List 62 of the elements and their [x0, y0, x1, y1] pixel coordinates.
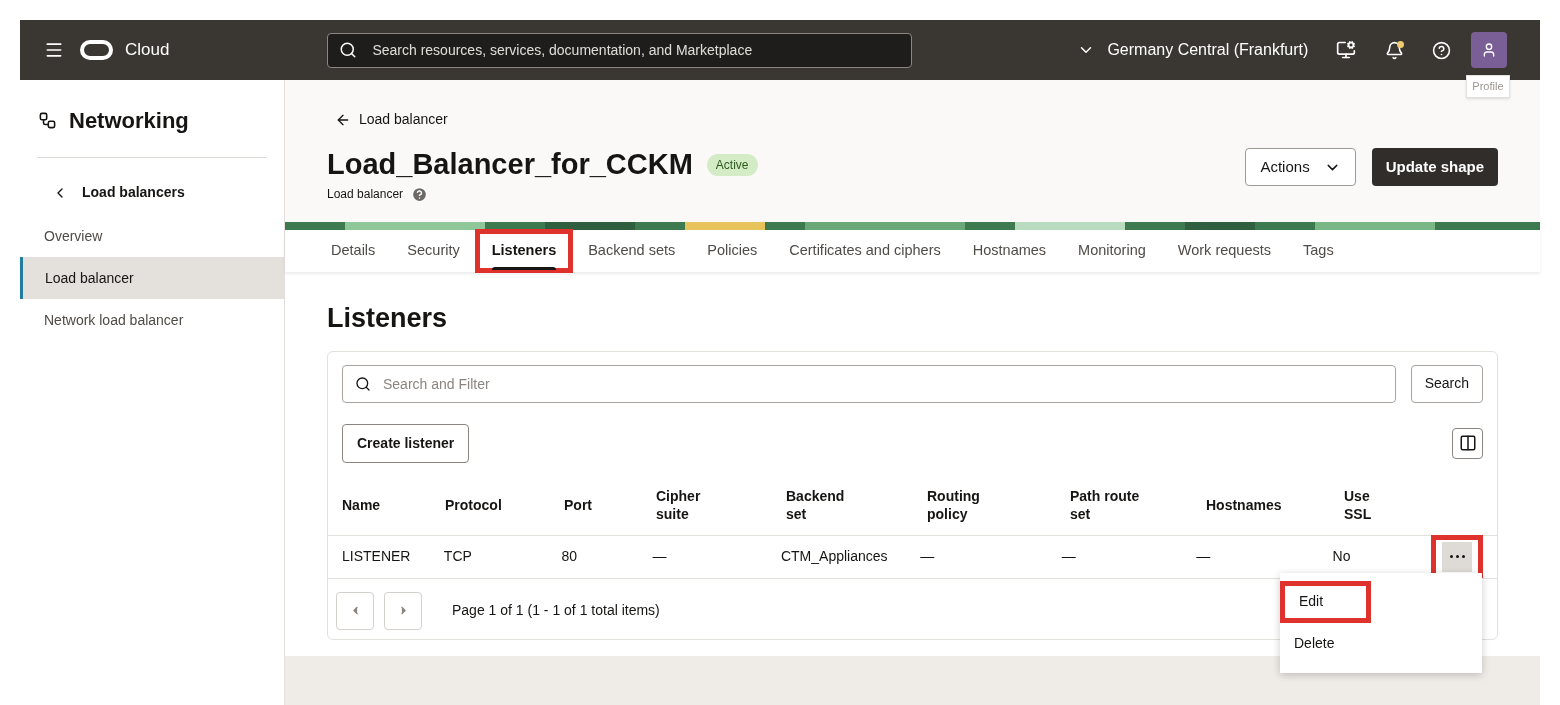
section-title: Listeners	[327, 302, 449, 335]
tab[interactable]: Certificates and ciphers	[773, 230, 957, 272]
sidebar-item[interactable]: Load balancer	[20, 257, 284, 299]
table-cell-text: CTM_Appliances	[780, 547, 889, 566]
search-icon	[339, 40, 358, 59]
tab[interactable]: Tags	[1287, 230, 1350, 272]
column-header: Use SSL	[1344, 487, 1373, 523]
search-button[interactable]: Search	[1410, 364, 1483, 403]
column-header: Routing policy	[927, 487, 981, 523]
networking-icon	[38, 111, 57, 130]
status-badge: Active	[706, 153, 758, 176]
tab[interactable]: Monitoring	[1062, 230, 1162, 272]
cloud-shell-icon[interactable]	[1336, 40, 1357, 60]
column-header: Port	[564, 496, 593, 514]
column-header: Hostnames	[1206, 496, 1283, 514]
create-listener-button[interactable]: Create listener	[342, 423, 470, 463]
column-header: Name	[342, 496, 382, 514]
column-header: Cipher suite	[656, 487, 702, 523]
sidebar-title: Networking	[69, 107, 189, 135]
profile-tooltip: Profile	[1466, 75, 1510, 98]
table-cell-text: —	[920, 547, 936, 566]
region-selector[interactable]: Germany Central (Frankfurt)	[1077, 38, 1309, 62]
table-cell-text: —	[1196, 547, 1212, 566]
ellipsis-icon	[1449, 555, 1465, 558]
tab[interactable]: Backend sets	[572, 230, 692, 272]
menu-icon[interactable]	[44, 40, 64, 60]
pagination-text: Page 1 of 1 (1 - 1 of 1 total items)	[452, 601, 660, 620]
tab[interactable]: Listeners	[475, 230, 573, 272]
update-shape-button[interactable]: Update shape	[1371, 148, 1498, 186]
tab[interactable]: Security	[391, 230, 476, 272]
profile-avatar[interactable]	[1471, 32, 1508, 68]
tab[interactable]: Details	[315, 230, 392, 272]
table-cell-text: LISTENER	[342, 547, 412, 566]
search-field[interactable]: Search resources, services, documentation, and Marketplace	[327, 32, 913, 68]
column-header: Backend set	[786, 487, 846, 523]
menu-item[interactable]: Edit	[1280, 580, 1371, 623]
brand-name[interactable]: Cloud	[125, 37, 170, 63]
search-icon	[355, 375, 371, 392]
help-icon[interactable]	[1432, 40, 1452, 60]
tab[interactable]: Hostnames	[956, 230, 1063, 272]
table-cell-text: TCP	[443, 547, 473, 566]
tab[interactable]: Work requests	[1161, 230, 1287, 272]
actions-button[interactable]: Actions	[1245, 148, 1356, 186]
columns-icon[interactable]	[1452, 427, 1483, 459]
column-header: Protocol	[445, 496, 503, 514]
page-subtitle: Load balancer	[327, 186, 404, 203]
back-link[interactable]: Load balancers	[52, 182, 185, 203]
column-header: Path route set	[1070, 487, 1141, 523]
table-cell-text: No	[1332, 547, 1352, 566]
page-title: Load_Balancer_for_CCKM	[327, 150, 693, 179]
filter-field[interactable]: Search and Filter	[342, 364, 1396, 403]
sidebar-item[interactable]: Overview	[20, 215, 284, 257]
cloud-logo-icon[interactable]	[80, 40, 113, 60]
table-cell-text: 80	[561, 547, 579, 566]
sidebar-item[interactable]: Network load balancer	[20, 299, 284, 341]
help-icon[interactable]	[411, 185, 429, 203]
breadcrumb-link[interactable]: Load balancer	[335, 109, 448, 130]
notification-icon[interactable]	[1385, 40, 1405, 60]
table-cell-text: —	[652, 547, 668, 566]
menu-item[interactable]: Delete	[1280, 622, 1482, 665]
table-cell-text: —	[1061, 547, 1077, 566]
tab[interactable]: Policies	[691, 230, 774, 272]
